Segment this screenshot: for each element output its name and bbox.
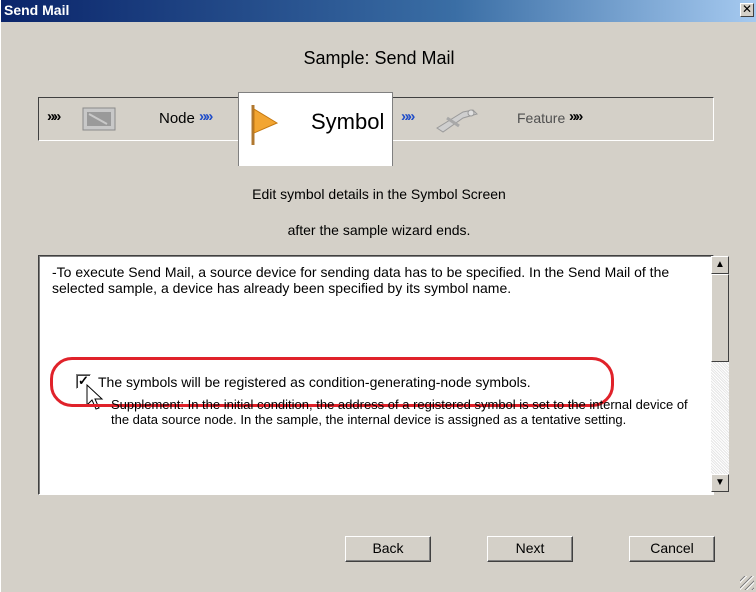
info-text-line2: after the sample wizard ends. (287, 222, 471, 238)
close-button[interactable]: ✕ (740, 3, 754, 17)
step-label-symbol: Symbol (311, 109, 385, 134)
window-title: Send Mail (4, 2, 70, 18)
step-arrow-icon: » (47, 108, 56, 125)
step-arrow-icon: » (205, 108, 214, 125)
close-icon: ✕ (741, 2, 753, 16)
step-arrow-icon: » (199, 108, 208, 125)
title-bar[interactable]: Send Mail ✕ (1, 0, 756, 22)
active-step-symbol: Symbol (238, 92, 393, 166)
scroll-down-button[interactable]: ▼ (711, 474, 729, 492)
send-mail-dialog: Send Mail ✕ Sample: Send Mail » » Node »… (0, 0, 756, 592)
step-arrow-icon: » (569, 108, 578, 125)
step-arrow-icon: » (575, 108, 584, 125)
step-label-node: Node (159, 110, 195, 127)
info-text-line1: Edit symbol details in the Symbol Screen (252, 186, 506, 202)
step-label-feature: Feature (517, 110, 566, 126)
step-arrow-icon: » (53, 108, 62, 125)
resize-grip-icon[interactable] (740, 576, 754, 590)
cancel-button[interactable]: Cancel (629, 536, 715, 562)
step-arrow-icon: » (401, 108, 410, 125)
back-button[interactable]: Back (345, 536, 431, 562)
next-button[interactable]: Next (487, 536, 573, 562)
scroll-up-button[interactable]: ▲ (711, 256, 729, 274)
flag-icon (251, 105, 279, 145)
supplement-text: Supplement: In the initial condition, th… (111, 397, 688, 427)
scroll-thumb[interactable] (711, 274, 729, 362)
tools-icon (436, 109, 478, 133)
step-arrow-icon: » (407, 108, 416, 125)
monitor-icon (82, 107, 116, 131)
vertical-scrollbar[interactable]: ▲ ▼ (711, 256, 729, 492)
wizard-title: Sample: Send Mail (303, 48, 455, 68)
description-paragraph: -To execute Send Mail, a source device f… (52, 264, 670, 296)
